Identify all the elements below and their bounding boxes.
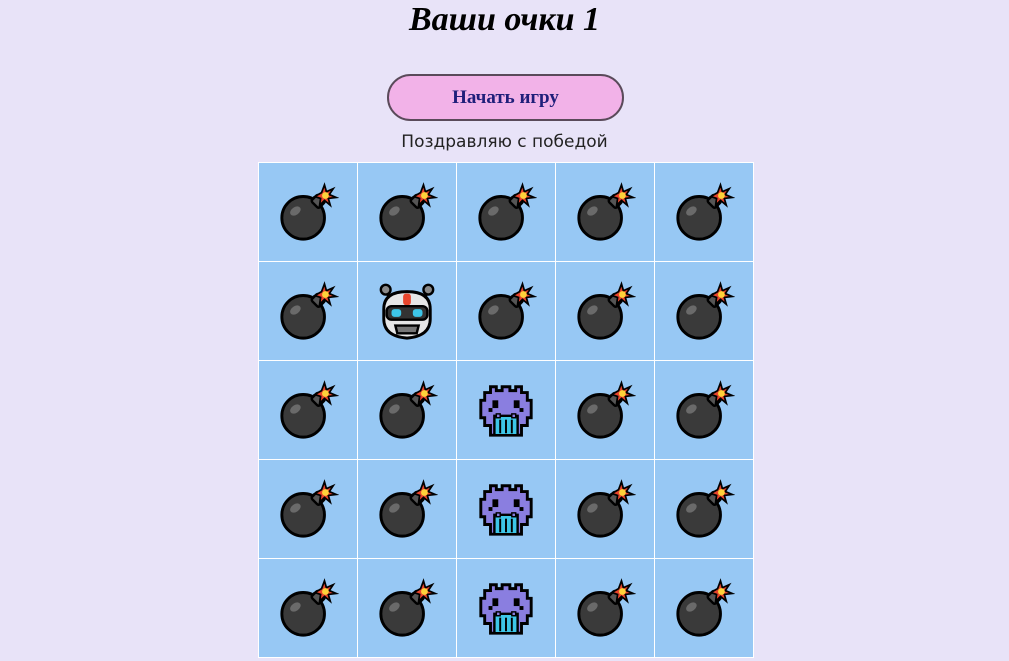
board-cell-5-4[interactable] [556, 559, 654, 657]
bomb-icon [574, 280, 636, 342]
board-cell-4-4[interactable] [556, 460, 654, 558]
monster-icon [475, 379, 537, 441]
board-cell-3-5[interactable] [655, 361, 753, 459]
bomb-icon [574, 577, 636, 639]
bomb-icon [277, 577, 339, 639]
score-title: Ваши очки 1 [408, 1, 601, 38]
board-cell-3-2[interactable] [358, 361, 456, 459]
board-cell-2-5[interactable] [655, 262, 753, 360]
bomb-icon [277, 478, 339, 540]
board-cell-3-4[interactable] [556, 361, 654, 459]
start-game-button[interactable]: Начать игру [387, 74, 624, 121]
board-cell-2-3[interactable] [457, 262, 555, 360]
bomb-icon [673, 280, 735, 342]
bomb-icon [376, 181, 438, 243]
board-cell-5-1[interactable] [259, 559, 357, 657]
bomb-icon [376, 478, 438, 540]
bomb-icon [376, 379, 438, 441]
robot-icon [376, 280, 438, 342]
bomb-icon [673, 379, 735, 441]
board-cell-4-3[interactable] [457, 460, 555, 558]
board-cell-1-3[interactable] [457, 163, 555, 261]
game-page: Ваши очки 1 Начать игру Поздравляю с поб… [0, 0, 1009, 661]
board-cell-1-5[interactable] [655, 163, 753, 261]
board-cell-2-2[interactable] [358, 262, 456, 360]
bomb-icon [574, 478, 636, 540]
board-cell-1-4[interactable] [556, 163, 654, 261]
board-cell-5-2[interactable] [358, 559, 456, 657]
board-cell-1-1[interactable] [259, 163, 357, 261]
status-message: Поздравляю с победой [401, 132, 608, 152]
bomb-icon [277, 280, 339, 342]
bomb-icon [673, 577, 735, 639]
board-cell-5-3[interactable] [457, 559, 555, 657]
board-cell-2-4[interactable] [556, 262, 654, 360]
bomb-icon [277, 379, 339, 441]
board-cell-3-1[interactable] [259, 361, 357, 459]
bomb-icon [475, 280, 537, 342]
bomb-icon [277, 181, 339, 243]
monster-icon [475, 577, 537, 639]
bomb-icon [376, 577, 438, 639]
bomb-icon [673, 181, 735, 243]
game-board [258, 162, 754, 658]
bomb-icon [574, 181, 636, 243]
board-cell-5-5[interactable] [655, 559, 753, 657]
board-cell-1-2[interactable] [358, 163, 456, 261]
board-cell-3-3[interactable] [457, 361, 555, 459]
board-cell-4-2[interactable] [358, 460, 456, 558]
board-cell-4-5[interactable] [655, 460, 753, 558]
monster-icon [475, 478, 537, 540]
board-cell-4-1[interactable] [259, 460, 357, 558]
bomb-icon [475, 181, 537, 243]
board-cell-2-1[interactable] [259, 262, 357, 360]
bomb-icon [574, 379, 636, 441]
bomb-icon [673, 478, 735, 540]
